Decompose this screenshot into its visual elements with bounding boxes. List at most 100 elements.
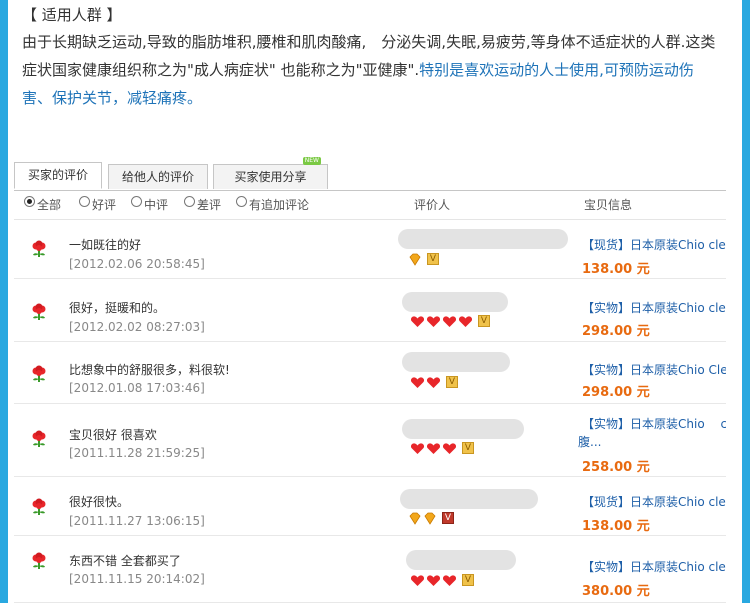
filter-all-label: 全部 [37,198,62,212]
heart-icon [426,315,441,327]
review-date: [2012.01.08 17:03:46] [69,381,205,395]
reviewer-name-blurred [402,352,510,372]
flower-icon [32,498,46,515]
review-row: 很好很快。 [2011.11.27 13:06:15] V 【现货】日本原装Ch… [14,477,726,536]
diamond-icon [409,512,421,525]
verified-badge-icon: V [462,442,474,454]
heart-icon [442,574,457,586]
review-comment: 一如既往的好 [69,238,142,252]
radio-icon [236,196,247,207]
diamond-icon [409,253,421,266]
reviewer-name-blurred [398,229,568,249]
reviewer-name-blurred [406,550,516,570]
column-header-item: 宝贝信息 [584,198,633,212]
review-comment: 东西不错 全套都买了 [69,554,181,568]
verified-badge-icon: V [478,315,490,327]
radio-icon [79,196,90,207]
item-link[interactable]: 【实物】日本原装Chio clea [582,299,726,316]
review-comment: 宝贝很好 很喜欢 [69,428,157,442]
intro-section: 【 适用人群 】 由于长期缺乏运动,导致的脂肪堆积,腰椎和肌肉酸痛, 分泌失调,… [22,4,722,112]
radio-icon [184,196,195,207]
filter-negative-label: 差评 [197,198,222,212]
review-date: [2012.02.06 20:58:45] [69,257,205,271]
item-price: 380.00 元 [582,584,650,599]
reviewer-credit-badges: V [410,441,474,455]
filter-positive[interactable]: 好评 [79,196,116,213]
column-header-reviewer: 评价人 [414,198,451,212]
reviewer-name-blurred [402,292,508,312]
reviewer-credit-badges: V [410,314,490,328]
tab-reviews-given[interactable]: 给他人的评价 [108,164,208,189]
filter-all[interactable]: 全部 [24,196,61,213]
heart-icon [458,315,473,327]
heart-icon [410,574,425,586]
tab-buyer-sharing-label: 买家使用分享 [234,170,307,184]
item-link-line2: 腹... [578,435,602,449]
diamond-icon [424,512,436,525]
review-row: 比想象中的舒服很多，料很软! [2012.01.08 17:03:46] V 【… [14,342,726,404]
heart-icon [426,442,441,454]
verified-badge-icon: V [462,574,474,586]
filter-appended-label: 有追加评论 [249,198,310,212]
tab-buyer-sharing[interactable]: 买家使用分享 NEW [213,157,328,189]
review-row: 一如既往的好 [2012.02.06 20:58:45] V 【现货】日本原装C… [14,220,726,279]
flower-icon [32,430,46,447]
review-date: [2011.11.15 20:14:02] [69,572,205,586]
review-date: [2011.11.27 13:06:15] [69,514,205,528]
left-accent-bar [0,0,8,603]
item-link-line1: 【实物】日本原装Chio cle [582,417,726,431]
item-price: 258.00 元 [582,460,650,475]
item-price: 298.00 元 [582,324,650,339]
review-row: 宝贝很好 很喜欢 [2011.11.28 21:59:25] V 【实物】日本原… [14,404,726,477]
heart-icon [410,315,425,327]
heart-icon [442,315,457,327]
intro-body: 由于长期缺乏运动,导致的脂肪堆积,腰椎和肌肉酸痛, 分泌失调,失眠,易疲劳,等身… [22,28,722,112]
filter-row: 全部 好评 中评 差评 有追加评论 评价人 宝贝信息 [22,196,726,218]
review-row: 东西不错 全套都买了 [2011.11.15 20:14:02] V 【实物】日… [14,536,726,603]
verified-badge-icon: V [446,376,458,388]
filter-positive-label: 好评 [92,198,117,212]
reviewer-name-blurred [400,489,538,509]
item-price: 298.00 元 [582,385,650,400]
review-row: 很好，挺暖和的。 [2012.02.02 08:27:03] V 【实物】日本原… [14,279,726,342]
item-price: 138.00 元 [582,519,650,534]
heart-icon [410,376,425,388]
reviewer-name-blurred [402,419,524,439]
flower-icon [32,552,46,569]
heart-icon [410,442,425,454]
heart-icon [442,442,457,454]
reviewer-credit-badges: V [410,375,458,389]
flower-icon [32,303,46,320]
review-comment: 很好很快。 [69,495,130,509]
intro-heading: 【 适用人群 】 [22,6,122,24]
filter-neutral-label: 中评 [144,198,169,212]
flower-icon [32,365,46,382]
item-price: 138.00 元 [582,262,650,277]
item-link[interactable]: 【现货】日本原装Chio clear [582,236,726,253]
reviewer-credit-badges: V [408,252,439,266]
review-date: [2011.11.28 21:59:25] [69,446,205,460]
verified-badge-icon: V [427,253,439,265]
review-tabs: 买家的评价 给他人的评价 买家使用分享 NEW [14,157,726,191]
item-link[interactable]: 【现货】日本原装Chio clear [582,493,726,510]
filter-neutral[interactable]: 中评 [131,196,168,213]
item-link[interactable]: 【实物】日本原装Chio clear [582,558,726,575]
reviewer-credit-badges: V [408,511,454,525]
right-accent-bar [742,0,750,603]
new-badge: NEW [302,157,321,165]
verified-badge-icon: V [442,512,454,524]
radio-icon [24,196,35,207]
heart-icon [426,574,441,586]
item-link[interactable]: 【实物】日本原装Chio Clea [582,361,726,378]
review-comment: 很好，挺暖和的。 [69,301,166,315]
radio-icon [131,196,142,207]
reviewer-credit-badges: V [410,573,474,587]
review-comment: 比想象中的舒服很多，料很软! [69,363,230,377]
filter-appended[interactable]: 有追加评论 [236,196,309,213]
tab-buyer-reviews[interactable]: 买家的评价 [14,162,102,189]
filter-negative[interactable]: 差评 [184,196,221,213]
heart-icon [426,376,441,388]
review-date: [2012.02.02 08:27:03] [69,320,205,334]
item-link[interactable]: 【实物】日本原装Chio cle 腹... [578,415,726,451]
flower-icon [32,240,46,257]
